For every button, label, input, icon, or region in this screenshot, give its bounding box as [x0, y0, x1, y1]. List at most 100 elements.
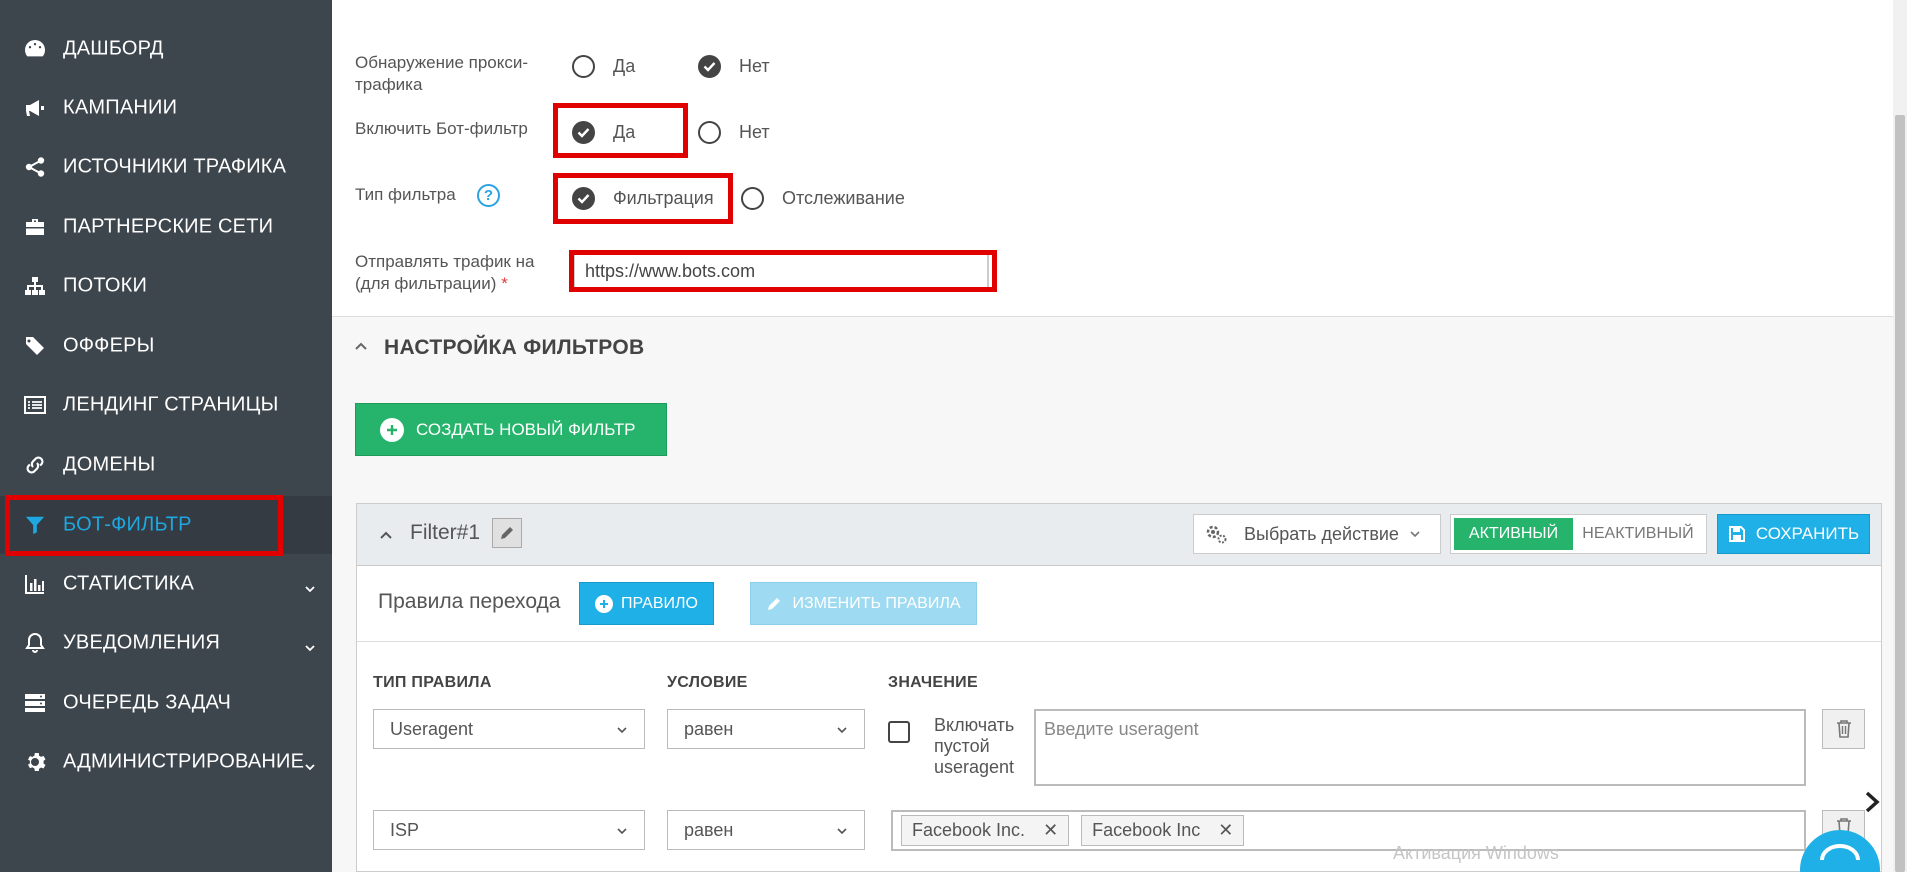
trash-icon: [1836, 720, 1851, 738]
add-rule-button[interactable]: ПРАВИЛО: [579, 582, 714, 625]
filter-type-radio-filtering[interactable]: Фильтрация: [572, 187, 714, 210]
radio-label: Нет: [739, 122, 770, 142]
sidebar-item-task-queue[interactable]: ОЧЕРЕДЬ ЗАДАЧ: [0, 675, 332, 731]
bar-chart-icon: [22, 571, 48, 597]
rules-title: Правила перехода: [378, 590, 561, 613]
sidebar-item-statistics[interactable]: СТАТИСТИКА: [0, 556, 332, 612]
tag: Facebook Inc. ✕: [901, 815, 1070, 846]
edit-name-button[interactable]: [492, 518, 522, 548]
sidebar-item-label: АДМИНИСТРИРОВАНИЕ: [63, 750, 305, 773]
status-inactive-button[interactable]: НЕАКТИВНЫЙ: [1573, 518, 1703, 550]
sidebar-item-campaigns[interactable]: КАМПАНИИ: [0, 80, 332, 136]
condition-select[interactable]: равен: [667, 709, 865, 749]
botfilter-label: Включить Бот-фильтр: [355, 119, 528, 138]
scrollbar-thumb[interactable]: [1895, 115, 1905, 872]
megaphone-icon: [22, 95, 48, 121]
sidebar-item-dashboard[interactable]: ДАШБОРД: [0, 21, 332, 77]
bell-icon: [22, 630, 48, 656]
chevron-down-icon: [617, 727, 627, 734]
save-button[interactable]: СОХРАНИТЬ: [1717, 514, 1870, 554]
radio-unchecked-icon: [572, 55, 595, 78]
radio-checked-icon: [572, 187, 595, 210]
chat-bubble-button[interactable]: [1800, 830, 1880, 872]
delete-rule-button[interactable]: [1822, 709, 1865, 749]
rule-type-select[interactable]: ISP: [373, 810, 645, 850]
filter-icon: [22, 512, 48, 538]
sidebar-item-label: ИСТОЧНИКИ ТРАФИКА: [63, 155, 287, 178]
sidebar-item-label: ОЧЕРЕДЬ ЗАДАЧ: [63, 691, 232, 714]
sidebar-item-bot-filter[interactable]: БОТ-ФИЛЬТР: [0, 496, 332, 554]
radio-label: Фильтрация: [613, 188, 714, 208]
remove-tag-icon[interactable]: ✕: [1043, 820, 1058, 841]
include-empty-useragent-checkbox[interactable]: [888, 721, 910, 743]
sidebar-item-traffic-sources[interactable]: ИСТОЧНИКИ ТРАФИКА: [0, 139, 332, 195]
filter-card: Filter#1 Выбрать действие АКТИВНЫЙ НЕАКТ…: [356, 503, 1882, 872]
radio-label: Да: [613, 56, 636, 76]
send-traffic-label-line1: Отправлять трафик на: [355, 252, 535, 271]
edit-rules-button[interactable]: ИЗМЕНИТЬ ПРАВИЛА: [750, 582, 977, 625]
filter-name: Filter#1: [410, 521, 481, 544]
filter-type-radio-tracking[interactable]: Отслеживание: [741, 187, 905, 210]
isp-tags-input[interactable]: Facebook Inc. ✕ Facebook Inc ✕: [891, 810, 1806, 851]
plus-circle-icon: [595, 594, 614, 613]
radio-label: Нет: [739, 56, 770, 76]
section-title: НАСТРОЙКА ФИЛЬТРОВ: [384, 336, 645, 359]
status-active-button[interactable]: АКТИВНЫЙ: [1454, 518, 1573, 550]
sidebar-item-domains[interactable]: ДОМЕНЫ: [0, 437, 332, 493]
send-traffic-label-line2: (для фильтрации): [355, 274, 497, 293]
tag-label: Facebook Inc.: [912, 820, 1026, 840]
pencil-icon: [501, 527, 513, 539]
tag-label: Facebook Inc: [1092, 820, 1201, 840]
rule-type-value: ISP: [390, 820, 420, 840]
sidebar-item-notifications[interactable]: УВЕДОМЛЕНИЯ: [0, 615, 332, 671]
edit-rules-label: ИЗМЕНИТЬ ПРАВИЛА: [792, 594, 961, 612]
sitemap-icon: [22, 273, 48, 299]
proxy-radio-yes[interactable]: Да: [572, 55, 635, 78]
proxy-detection-label: Обнаружение прокси-трафика: [355, 52, 555, 96]
list-icon: [22, 392, 48, 418]
botfilter-radio-no[interactable]: Нет: [698, 121, 770, 144]
scrollbar[interactable]: [1893, 0, 1907, 872]
sidebar-item-offers[interactable]: ОФФЕРЫ: [0, 318, 332, 374]
condition-value: равен: [684, 820, 734, 840]
status-toggle: АКТИВНЫЙ НЕАКТИВНЫЙ: [1450, 514, 1707, 554]
chevron-right-icon[interactable]: [1862, 790, 1882, 814]
useragent-textarea[interactable]: Введите useragent: [1034, 709, 1806, 786]
botfilter-radio-yes[interactable]: Да: [572, 121, 635, 144]
condition-select[interactable]: равен: [667, 810, 865, 850]
chevron-up-icon[interactable]: [379, 529, 393, 543]
sidebar-item-administration[interactable]: АДМИНИСТРИРОВАНИЕ: [0, 734, 332, 790]
sidebar-item-label: ПОТОКИ: [63, 274, 148, 297]
chevron-down-icon: [304, 578, 316, 593]
sidebar-item-label: ПАРТНЕРСКИЕ СЕТИ: [63, 215, 274, 238]
sidebar-item-affiliate-networks[interactable]: ПАРТНЕРСКИЕ СЕТИ: [0, 199, 332, 255]
gears-icon: [1206, 525, 1227, 544]
floppy-icon: [1728, 526, 1745, 542]
chevron-down-icon: [1410, 531, 1420, 538]
filter-type-label-text: Тип фильтра: [355, 185, 456, 204]
save-label: СОХРАНИТЬ: [1755, 524, 1860, 543]
radio-label: Отслеживание: [782, 188, 905, 208]
link-icon: [22, 452, 48, 478]
sidebar-item-label: ДОМЕНЫ: [63, 453, 156, 476]
tags-icon: [22, 333, 48, 359]
include-empty-label-line1: Включать: [934, 715, 1015, 735]
gear-icon: [22, 749, 48, 775]
plus-circle-icon: [380, 417, 404, 442]
chevron-up-icon[interactable]: [354, 340, 368, 354]
sidebar-item-landing-pages[interactable]: ЛЕНДИНГ СТРАНИЦЫ: [0, 377, 332, 433]
condition-value: равен: [684, 719, 734, 739]
proxy-radio-no[interactable]: Нет: [698, 55, 770, 78]
sidebar-item-flows[interactable]: ПОТОКИ: [0, 258, 332, 314]
send-traffic-url-input[interactable]: https://www.bots.com: [573, 253, 989, 289]
briefcase-icon: [22, 214, 48, 240]
action-select[interactable]: Выбрать действие: [1193, 514, 1441, 554]
help-icon[interactable]: ?: [477, 184, 500, 207]
rule-type-select[interactable]: Useragent: [373, 709, 645, 749]
create-filter-button[interactable]: СОЗДАТЬ НОВЫЙ ФИЛЬТР: [355, 403, 667, 456]
dashboard-icon: [22, 36, 48, 62]
remove-tag-icon[interactable]: ✕: [1218, 820, 1233, 841]
chevron-down-icon: [837, 828, 847, 835]
tag: Facebook Inc ✕: [1081, 815, 1245, 846]
sidebar-item-label: СТАТИСТИКА: [63, 572, 195, 595]
